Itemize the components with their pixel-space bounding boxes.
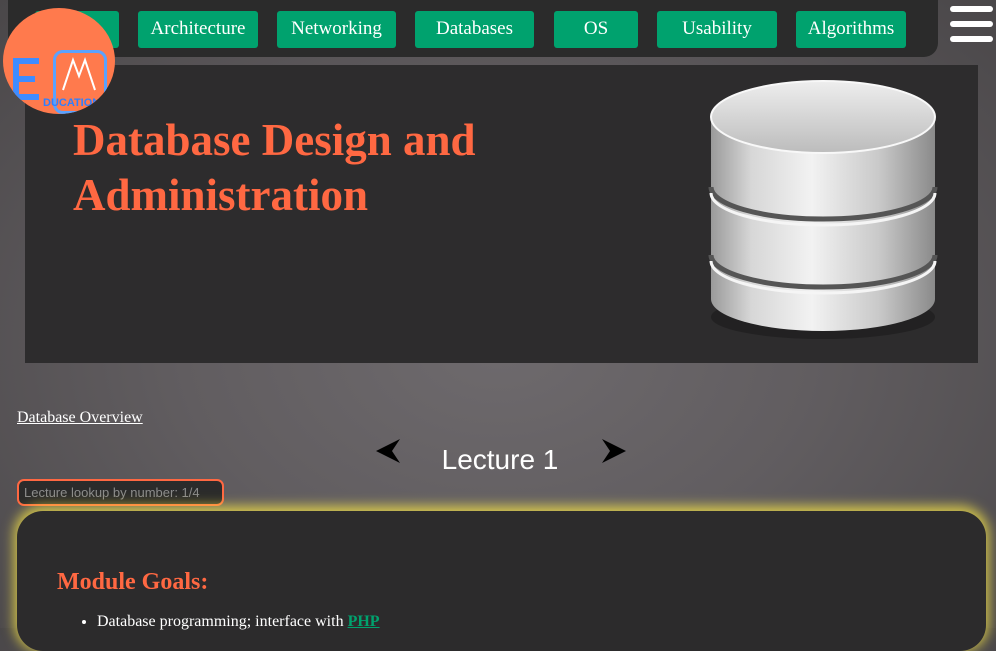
nav-architecture-button[interactable]: Architecture [138, 11, 258, 48]
database-overview-link[interactable]: Database Overview [17, 409, 143, 427]
nav-usability-button[interactable]: Usability [657, 11, 777, 48]
nav-networking-button[interactable]: Networking [277, 11, 396, 48]
lecture-content-card: Module Goals: Database programming; inte… [17, 511, 986, 651]
nav-algorithms-button[interactable]: Algorithms [796, 11, 906, 48]
logo-e-letter [13, 58, 41, 108]
page-title: Database Design and Administration [73, 113, 633, 223]
hero-banner: Database Design and Administration [25, 65, 978, 363]
lecture-lookup-input[interactable] [17, 479, 224, 506]
nav-databases-button[interactable]: Databases [415, 11, 534, 48]
arrow-left-icon[interactable] [376, 437, 402, 465]
page-title-line-1: Database Design and [73, 115, 476, 165]
page-title-line-2: Administration [73, 170, 369, 220]
top-navigation-bar: Java Architecture Networking Databases O… [8, 0, 938, 57]
goal-text: Database programming; interface with [97, 613, 348, 630]
hamburger-menu-icon[interactable] [950, 6, 994, 42]
education-logo-icon[interactable]: DUCATION [3, 8, 115, 114]
lecture-title: Lecture 1 [441, 444, 559, 475]
module-goals-list: Database programming; interface with PHP [57, 613, 380, 631]
logo-text: DUCATION [43, 97, 101, 109]
nav-os-button[interactable]: OS [554, 11, 638, 48]
arrow-right-icon[interactable] [600, 437, 626, 465]
logo-book-icon [62, 57, 96, 91]
database-cylinder-icon [708, 80, 938, 339]
list-item: Database programming; interface with PHP [97, 613, 380, 631]
module-goals-heading: Module Goals: [57, 569, 209, 595]
php-link[interactable]: PHP [348, 613, 380, 630]
